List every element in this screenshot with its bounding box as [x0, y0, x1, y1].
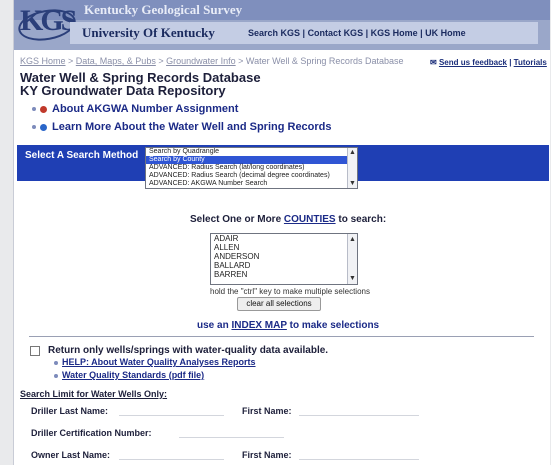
page: KGS Kentucky Geological Survey Universit…: [13, 0, 550, 465]
breadcrumb-groundwater[interactable]: Groundwater Info: [166, 56, 236, 66]
header-nav: Search KGS | Contact KGS | KGS Home | UK…: [248, 28, 466, 38]
owner-last-name-field[interactable]: [119, 448, 224, 460]
kgs-title: Kentucky Geological Survey: [84, 2, 243, 17]
bullet-icon: [54, 360, 58, 365]
kgs-banner: KGS Kentucky Geological Survey Universit…: [14, 0, 550, 50]
clear-selections-button[interactable]: clear all selections: [237, 297, 321, 311]
breadcrumb: KGS Home > Data, Maps, & Pubs > Groundwa…: [20, 56, 404, 66]
index-map-link[interactable]: INDEX MAP: [231, 320, 286, 331]
driller-last-name-label: Driller Last Name:: [31, 406, 109, 416]
bullet-icon: [54, 373, 58, 378]
county-option[interactable]: BARREN: [211, 270, 357, 279]
water-quality-standards-link[interactable]: Water Quality Standards (pdf file): [54, 370, 204, 380]
water-quality-checkbox[interactable]: [30, 346, 40, 356]
county-option[interactable]: ADAIR: [211, 234, 357, 243]
feedback-icon: ✉: [430, 58, 437, 67]
scroll-down-icon[interactable]: ▼: [349, 180, 356, 187]
driller-cert-label: Driller Certification Number:: [31, 428, 152, 438]
nav-uk-home[interactable]: UK Home: [425, 28, 466, 38]
scroll-down-icon[interactable]: ▼: [349, 275, 356, 282]
water-quality-label: Return only wells/springs with water-qua…: [48, 345, 329, 356]
counties-heading-suffix: to search:: [338, 214, 387, 225]
page-subtitle: KY Groundwater Data Repository: [20, 83, 226, 98]
bullet-icon: [32, 125, 36, 130]
driller-cert-field[interactable]: [179, 426, 284, 438]
bullet-icon: [32, 107, 36, 112]
counties-heading-prefix: Select One or More: [190, 214, 282, 225]
county-option[interactable]: ALLEN: [211, 243, 357, 252]
multi-select-hint: hold the "ctrl" key to make multiple sel…: [210, 287, 370, 296]
search-method-bar: Select A Search Method Search by Quadran…: [17, 145, 549, 189]
driller-last-name-field[interactable]: [119, 404, 224, 416]
water-quality-help-link[interactable]: HELP: About Water Quality Analyses Repor…: [54, 357, 256, 367]
learn-more-label: Learn More About the Water Well and Spri…: [52, 121, 332, 133]
county-option[interactable]: ANDERSON: [211, 252, 357, 261]
nav-contact-kgs[interactable]: Contact KGS: [308, 28, 364, 38]
learn-more-link[interactable]: Learn More About the Water Well and Spri…: [32, 121, 332, 133]
county-scrollbar[interactable]: ▲ ▼: [347, 234, 357, 284]
owner-last-name-label: Owner Last Name:: [31, 450, 111, 460]
blue-circle-icon: [40, 123, 47, 131]
driller-first-name-field[interactable]: [299, 404, 419, 416]
method-option[interactable]: Search by Quadrangle: [146, 148, 357, 156]
about-akgwa-label: About AKGWA Number Assignment: [52, 103, 239, 115]
nav-kgs-home[interactable]: KGS Home: [371, 28, 418, 38]
uk-bar: University Of Kentucky Search KGS | Cont…: [70, 22, 538, 44]
breadcrumb-data-maps[interactable]: Data, Maps, & Pubs: [76, 56, 156, 66]
tutorials-link[interactable]: Tutorials: [514, 58, 547, 67]
method-option-selected[interactable]: Search by County: [146, 156, 357, 164]
breadcrumb-current: Water Well & Spring Records Database: [245, 56, 404, 66]
method-option[interactable]: ADVANCED: AKGWA Number Search: [146, 180, 357, 188]
uk-title[interactable]: University Of Kentucky: [82, 25, 215, 41]
scroll-up-icon[interactable]: ▲: [349, 149, 356, 156]
method-option[interactable]: ADVANCED: Radius Search (decimal degree …: [146, 172, 357, 180]
scroll-up-icon[interactable]: ▲: [349, 236, 356, 243]
water-quality-help-label: HELP: About Water Quality Analyses Repor…: [62, 357, 256, 367]
index-map-line: use an INDEX MAP to make selections: [197, 320, 379, 331]
search-method-select[interactable]: Search by Quadrangle Search by County AD…: [145, 147, 358, 189]
search-method-label: Select A Search Method: [25, 150, 139, 161]
nav-search-kgs[interactable]: Search KGS: [248, 28, 300, 38]
method-option[interactable]: ADVANCED: Radius Search (lat/long coordi…: [146, 164, 357, 172]
counties-link[interactable]: COUNTIES: [284, 214, 336, 225]
counties-heading: Select One or More COUNTIES to search:: [190, 214, 386, 225]
index-prefix: use an: [197, 320, 229, 331]
method-scrollbar[interactable]: ▲ ▼: [347, 148, 357, 188]
owner-first-name-field[interactable]: [299, 448, 419, 460]
red-circle-icon: [40, 105, 47, 113]
divider: [29, 336, 534, 337]
search-limit-heading: Search Limit for Water Wells Only:: [20, 389, 168, 399]
county-option[interactable]: BALLARD: [211, 261, 357, 270]
send-feedback-link[interactable]: Send us feedback: [439, 58, 507, 67]
water-quality-standards-label: Water Quality Standards (pdf file): [62, 370, 205, 380]
kgs-logo[interactable]: KGS: [15, 4, 79, 45]
about-akgwa-link[interactable]: About AKGWA Number Assignment: [32, 103, 238, 115]
county-select[interactable]: ADAIR ALLEN ANDERSON BALLARD BARREN ▲ ▼: [210, 233, 358, 285]
driller-first-name-label: First Name:: [242, 406, 292, 416]
breadcrumb-kgs-home[interactable]: KGS Home: [20, 56, 66, 66]
index-suffix: to make selections: [289, 320, 380, 331]
feedback-links: ✉ Send us feedback | Tutorials: [430, 58, 547, 67]
owner-first-name-label: First Name:: [242, 450, 292, 460]
